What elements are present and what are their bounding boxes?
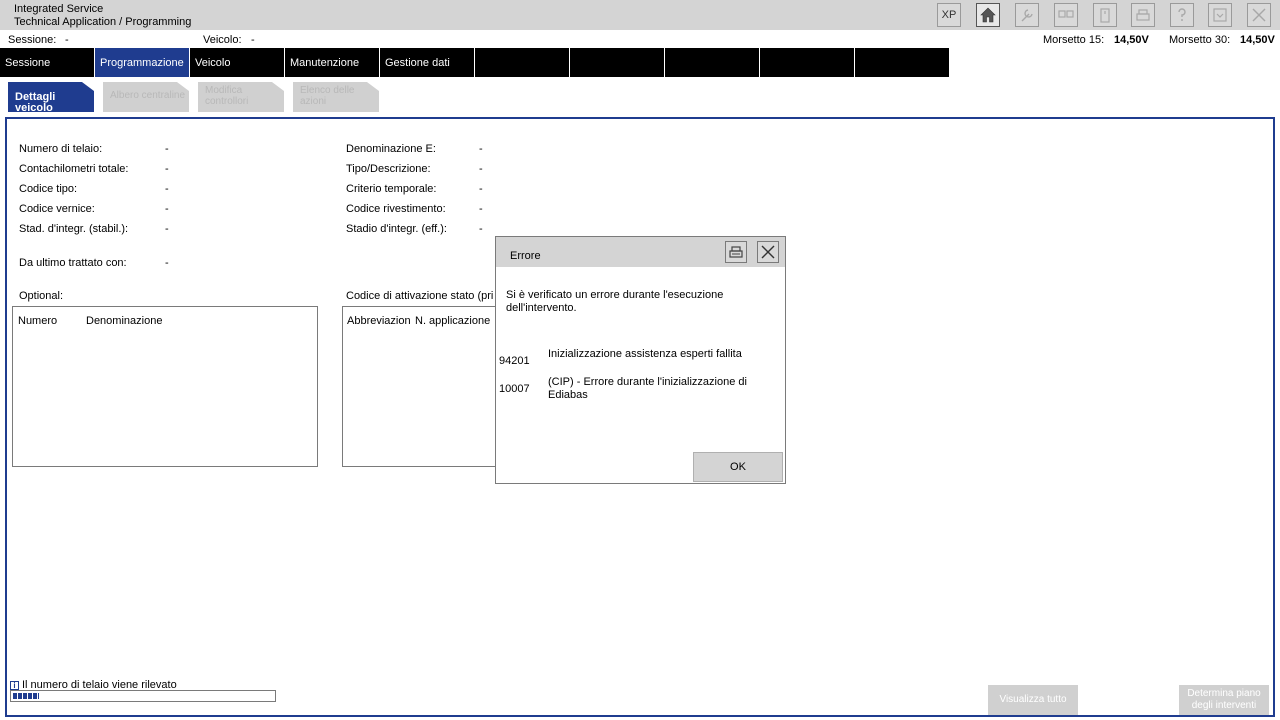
print-button[interactable] — [1131, 3, 1155, 27]
close-button[interactable] — [1247, 3, 1271, 27]
display-icon — [1058, 10, 1074, 18]
progress-bar — [10, 690, 276, 702]
error-code-2: 10007 — [499, 383, 530, 395]
upholstery-code-value: - — [479, 203, 483, 215]
nav-empty-9 — [760, 48, 854, 77]
dialog-print-button[interactable] — [725, 241, 747, 263]
e-name-label: Denominazione E: — [346, 143, 436, 155]
show-all-button[interactable]: Visualizza tutto — [988, 685, 1078, 715]
printer-icon — [1136, 9, 1150, 21]
app-subtitle: Technical Application / Programming — [14, 16, 192, 28]
session-bar: Sessione: - Veicolo: - Morsetto 15: 14,5… — [0, 31, 1280, 48]
optional-col-number: Numero — [18, 315, 58, 327]
odometer-value: - — [165, 163, 169, 175]
tab-modify-controllers[interactable]: Modifica controllori — [198, 82, 284, 112]
tab-vehicle-details[interactable]: Dettagli veicolo — [8, 82, 94, 112]
type-description-label: Tipo/Descrizione: — [346, 163, 431, 175]
nav-vehicle[interactable]: Veicolo — [190, 48, 284, 77]
nav-maintenance[interactable]: Manutenzione — [285, 48, 379, 77]
help-button[interactable] — [1170, 3, 1194, 27]
integration-level-actual-value: - — [479, 223, 483, 235]
activation-col-abbrev: Abbreviazion — [347, 315, 411, 327]
activation-col-app-number: N. applicazione — [415, 315, 491, 327]
dialog-header: Errore — [496, 237, 785, 267]
progress-fill — [13, 693, 39, 699]
plan-interventions-button[interactable]: Determina piano degli interventi — [1179, 685, 1269, 715]
nav-session[interactable]: Sessione — [0, 48, 94, 77]
close-icon — [1252, 8, 1266, 22]
session-label: Sessione: — [8, 34, 57, 46]
display-button[interactable] — [1054, 3, 1078, 27]
ok-button[interactable]: OK — [693, 452, 783, 482]
nav-data-management[interactable]: Gestione dati — [380, 48, 474, 77]
error-code-1: 94201 — [499, 355, 530, 367]
nav-programming[interactable]: Programmazione — [95, 48, 189, 77]
vehicle-value: - — [251, 34, 255, 46]
terminal15-label: Morsetto 15: — [1043, 34, 1105, 46]
home-icon — [980, 7, 996, 23]
error-text-2: (CIP) - Errore durante l'inizializzazion… — [548, 376, 747, 401]
activation-title: Codice di attivazione stato (pri — [346, 290, 494, 302]
tab-action-list[interactable]: Elenco delle azioni — [293, 82, 379, 112]
wrench-icon — [1021, 9, 1033, 22]
session-value: - — [65, 34, 69, 46]
dialog-close-button[interactable] — [757, 241, 779, 263]
paint-code-value: - — [165, 203, 169, 215]
plan-interventions-line1: Determina piano — [1187, 688, 1261, 699]
nav-empty-8 — [665, 48, 759, 77]
vehicle-label: Veicolo: — [203, 34, 242, 46]
integration-level-stable-label: Stad. d'integr. (stabil.): — [19, 223, 129, 235]
nav-empty-6 — [475, 48, 569, 77]
plug-icon — [1100, 8, 1110, 23]
upholstery-code-label: Codice rivestimento: — [346, 203, 446, 215]
e-name-value: - — [479, 143, 483, 155]
plug-button[interactable] — [1093, 3, 1117, 27]
optional-list[interactable]: Numero Denominazione — [12, 306, 318, 467]
type-code-value: - — [165, 183, 169, 195]
activation-list[interactable]: Abbreviazion N. applicazione — [342, 306, 502, 467]
dialog-title: Errore — [510, 250, 541, 262]
last-treated-value: - — [165, 257, 169, 269]
dialog-message: Si è verificato un errore durante l'esec… — [506, 289, 724, 314]
close-icon — [761, 245, 775, 259]
home-button[interactable] — [976, 3, 1000, 27]
app-title: Integrated Service — [14, 3, 104, 15]
time-criterion-label: Criterio temporale: — [346, 183, 437, 195]
terminal30-label: Morsetto 30: — [1169, 34, 1231, 46]
xp-label: XP — [941, 9, 957, 21]
vin-value: - — [165, 143, 169, 155]
optional-title: Optional: — [19, 290, 64, 302]
title-bar: Integrated Service Technical Application… — [0, 0, 1280, 30]
main-nav: Sessione Programmazione Veicolo Manutenz… — [0, 48, 950, 77]
terminal30-value: 14,50V — [1240, 34, 1275, 46]
last-treated-label: Da ultimo trattato con: — [19, 257, 127, 269]
error-dialog: Errore Si è verificato un errore durante… — [495, 236, 786, 484]
integration-level-stable-value: - — [165, 223, 169, 235]
tab-ecu-tree[interactable]: Albero centraline — [103, 82, 189, 112]
optional-col-name: Denominazione — [86, 315, 163, 327]
plan-interventions-line2: degli interventi — [1191, 700, 1257, 711]
paint-code-label: Codice vernice: — [19, 203, 95, 215]
type-description-value: - — [479, 163, 483, 175]
minimize-icon — [1213, 8, 1227, 22]
vin-label: Numero di telaio: — [19, 143, 103, 155]
nav-empty-7 — [570, 48, 664, 77]
integration-level-actual-label: Stadio d'integr. (eff.): — [346, 223, 447, 235]
printer-icon — [729, 246, 743, 258]
wrench-button[interactable] — [1015, 3, 1039, 27]
nav-empty-10 — [855, 48, 949, 77]
time-criterion-value: - — [479, 183, 483, 195]
minimize-button[interactable] — [1208, 3, 1232, 27]
info-icon: i — [10, 681, 19, 690]
terminal15-value: 14,50V — [1114, 34, 1149, 46]
odometer-label: Contachilometri totale: — [19, 163, 129, 175]
error-text-1: Inizializzazione assistenza esperti fall… — [548, 348, 742, 360]
type-code-label: Codice tipo: — [19, 183, 78, 195]
xp-button[interactable]: XP — [937, 3, 961, 27]
help-icon — [1178, 8, 1186, 21]
